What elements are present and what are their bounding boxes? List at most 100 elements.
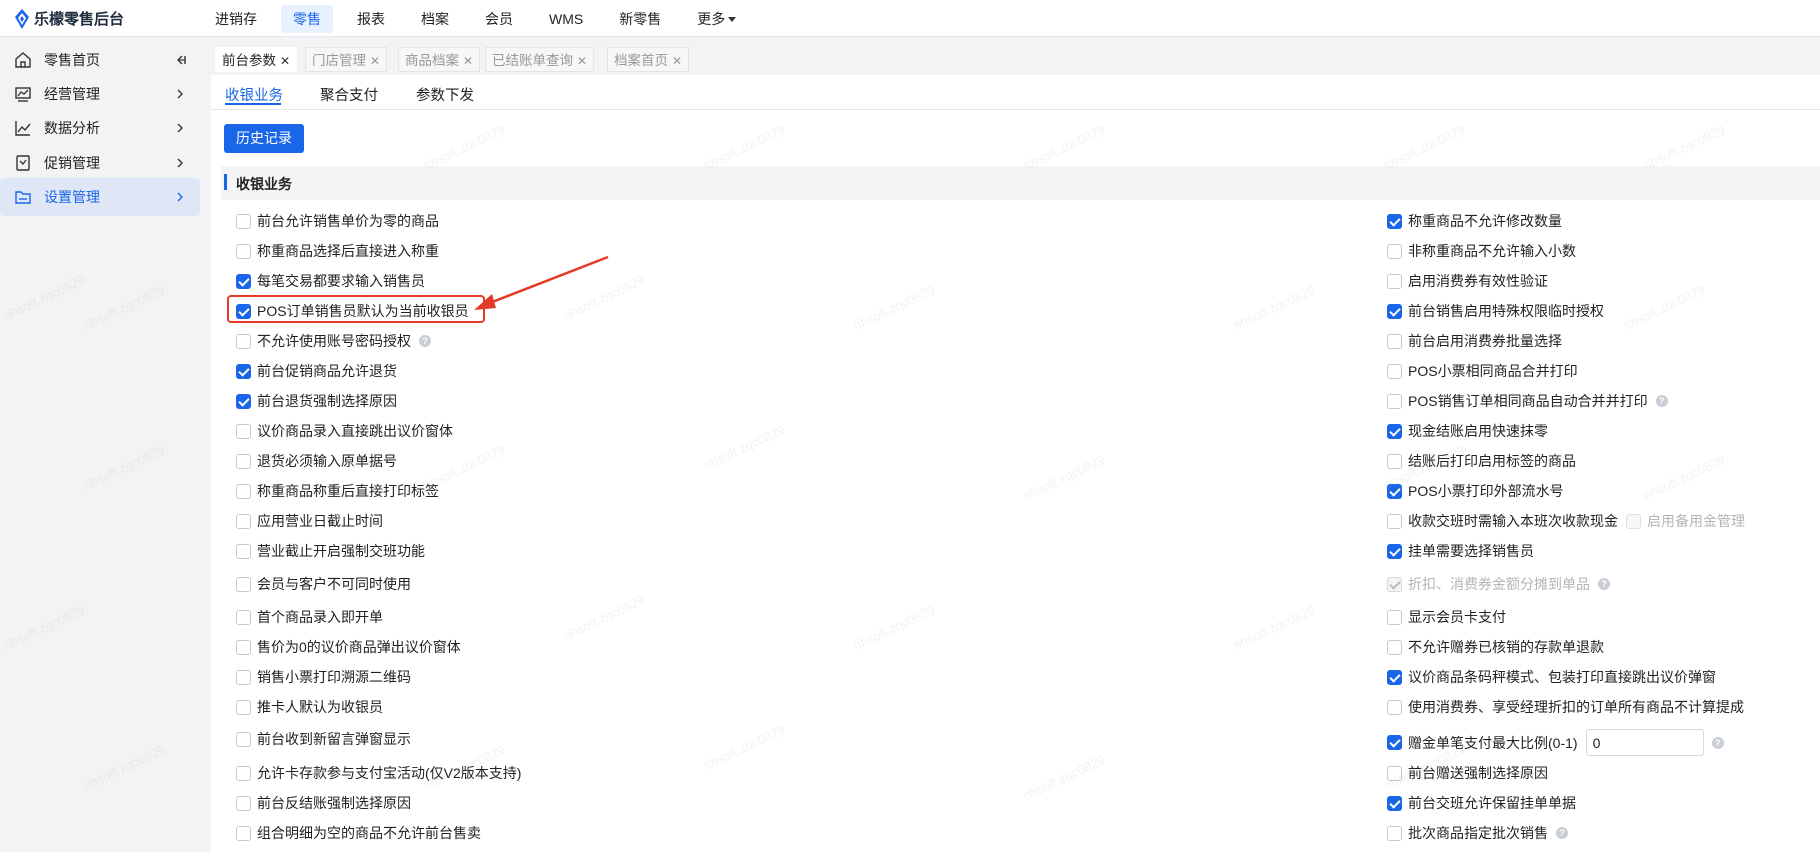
topnav-item[interactable]: 更多	[685, 5, 748, 33]
sidebar-item-label: 设置管理	[44, 189, 100, 205]
option-checkbox[interactable]	[1387, 393, 1402, 409]
option-checkbox[interactable]	[236, 483, 251, 499]
option-checkbox[interactable]	[1387, 795, 1402, 811]
option-checkbox[interactable]	[236, 363, 251, 379]
sub-tab[interactable]: 聚合支付	[320, 84, 378, 105]
option-row: 前台反结账强制选择原因	[236, 793, 411, 813]
option-checkbox[interactable]	[1387, 243, 1402, 259]
topnav-label: 档案	[421, 10, 449, 27]
option-row: 现金结账启用快速抹零	[1387, 421, 1548, 441]
app-logo[interactable]: 乐檬零售后台	[14, 8, 124, 29]
option-label: 折扣、消费券金额分摊到单品	[1408, 576, 1590, 592]
ratio-input[interactable]	[1585, 729, 1704, 756]
option-checkbox[interactable]	[236, 699, 251, 715]
folder-icon	[15, 191, 31, 204]
topnav-item[interactable]: 会员	[473, 5, 525, 33]
option-checkbox[interactable]	[236, 213, 251, 229]
sidebar-item[interactable]: 设置管理	[0, 178, 200, 216]
option-checkbox[interactable]	[1387, 423, 1402, 439]
sidebar-item[interactable]: 促销管理	[0, 144, 200, 182]
option-checkbox[interactable]	[1387, 825, 1402, 841]
option-checkbox[interactable]	[1387, 609, 1402, 625]
option-checkbox[interactable]	[1387, 765, 1402, 781]
option-checkbox[interactable]	[236, 453, 251, 469]
sidebar-item[interactable]: 经营管理	[0, 75, 200, 113]
option-row: 前台收到新留言弹窗显示	[236, 729, 411, 749]
chevron-right-icon[interactable]	[174, 157, 186, 169]
topnav-item[interactable]: WMS	[537, 5, 595, 33]
option-checkbox[interactable]	[236, 639, 251, 655]
topnav-item[interactable]: 档案	[409, 5, 461, 33]
option-row: POS销售订单相同商品自动合并并打印?	[1387, 391, 1668, 411]
topnav-item[interactable]: 零售	[281, 4, 333, 33]
option-label: 前台允许销售单价为零的商品	[257, 213, 439, 229]
option-row: 不允许使用账号密码授权?	[236, 331, 431, 351]
collapse-sidebar-icon[interactable]	[174, 54, 186, 66]
help-icon[interactable]: ?	[1598, 578, 1610, 590]
top-nav: 进销存 零售 报表 档案 会员 WMS 新零售 更多	[203, 0, 760, 37]
option-checkbox[interactable]	[236, 576, 251, 592]
option-row: 折扣、消费券金额分摊到单品?	[1387, 574, 1610, 594]
page-tab[interactable]: 前台参数 ✕	[215, 47, 298, 72]
option-label: 不允许赠券已核销的存款单退款	[1408, 639, 1604, 655]
option-checkbox[interactable]	[1387, 453, 1402, 469]
option-checkbox[interactable]	[1387, 699, 1402, 715]
page-tab-label: 已结账单查询	[492, 53, 573, 68]
option-checkbox[interactable]	[236, 825, 251, 841]
page-tab[interactable]: 商品档案 ✕	[398, 47, 481, 72]
option-row: POS小票打印外部流水号	[1387, 481, 1564, 501]
option-checkbox[interactable]	[236, 423, 251, 439]
option-checkbox[interactable]	[1387, 639, 1402, 655]
option-checkbox[interactable]	[1387, 483, 1402, 499]
help-icon[interactable]: ?	[419, 335, 431, 347]
option-checkbox[interactable]	[1387, 513, 1402, 529]
chevron-right-icon[interactable]	[174, 88, 186, 100]
option-checkbox[interactable]	[1387, 303, 1402, 319]
option-checkbox[interactable]	[236, 243, 251, 259]
history-button[interactable]: 历史记录	[224, 124, 304, 153]
option-checkbox[interactable]	[1387, 543, 1402, 559]
close-icon[interactable]: ✕	[370, 54, 380, 68]
topnav-item[interactable]: 报表	[345, 5, 397, 33]
option-checkbox[interactable]	[236, 333, 251, 349]
option-checkbox[interactable]	[236, 731, 251, 747]
chevron-right-icon[interactable]	[174, 122, 186, 134]
option-label: 前台销售启用特殊权限临时授权	[1408, 303, 1604, 319]
option-checkbox[interactable]	[1387, 669, 1402, 685]
option-checkbox[interactable]	[236, 669, 251, 685]
topnav-item[interactable]: 进销存	[203, 5, 269, 33]
help-icon[interactable]: ?	[1556, 827, 1568, 839]
close-icon[interactable]: ✕	[280, 54, 290, 68]
sub-tab[interactable]: 收银业务	[225, 84, 283, 105]
close-icon[interactable]: ✕	[577, 54, 587, 68]
sub-tab[interactable]: 参数下发	[416, 84, 474, 105]
sidebar-item[interactable]: 零售首页	[0, 41, 200, 79]
option-checkbox[interactable]	[236, 513, 251, 529]
close-icon[interactable]: ✕	[463, 54, 473, 68]
topnav-item[interactable]: 新零售	[607, 5, 673, 33]
option-checkbox[interactable]	[236, 543, 251, 559]
page-tab[interactable]: 已结账单查询 ✕	[485, 47, 595, 72]
option-label: 使用消费券、享受经理折扣的订单所有商品不计算提成	[1408, 699, 1744, 715]
option-checkbox[interactable]	[236, 765, 251, 781]
page-tab[interactable]: 档案首页 ✕	[607, 47, 690, 72]
option-checkbox[interactable]	[1387, 363, 1402, 379]
option-row: 称重商品不允许修改数量	[1387, 211, 1562, 231]
option-row: 称重商品选择后直接进入称重	[236, 241, 439, 261]
option-checkbox[interactable]	[1387, 273, 1402, 289]
option-checkbox[interactable]	[236, 393, 251, 409]
option-row: 议价商品条码秤模式、包装打印直接跳出议价弹窗	[1387, 667, 1716, 687]
option-row: 前台促销商品允许退货	[236, 361, 397, 381]
option-checkbox[interactable]	[236, 609, 251, 625]
option-checkbox[interactable]	[1387, 735, 1402, 750]
help-icon[interactable]: ?	[1655, 395, 1668, 407]
option-checkbox[interactable]	[236, 273, 251, 289]
option-checkbox[interactable]	[1387, 213, 1402, 229]
close-icon[interactable]: ✕	[672, 54, 682, 68]
help-icon[interactable]: ?	[1711, 736, 1724, 749]
chevron-right-icon[interactable]	[174, 191, 186, 203]
sidebar-item[interactable]: 数据分析	[0, 109, 200, 147]
option-checkbox[interactable]	[236, 795, 251, 811]
page-tab[interactable]: 门店管理 ✕	[305, 47, 388, 72]
option-checkbox[interactable]	[1387, 333, 1402, 349]
